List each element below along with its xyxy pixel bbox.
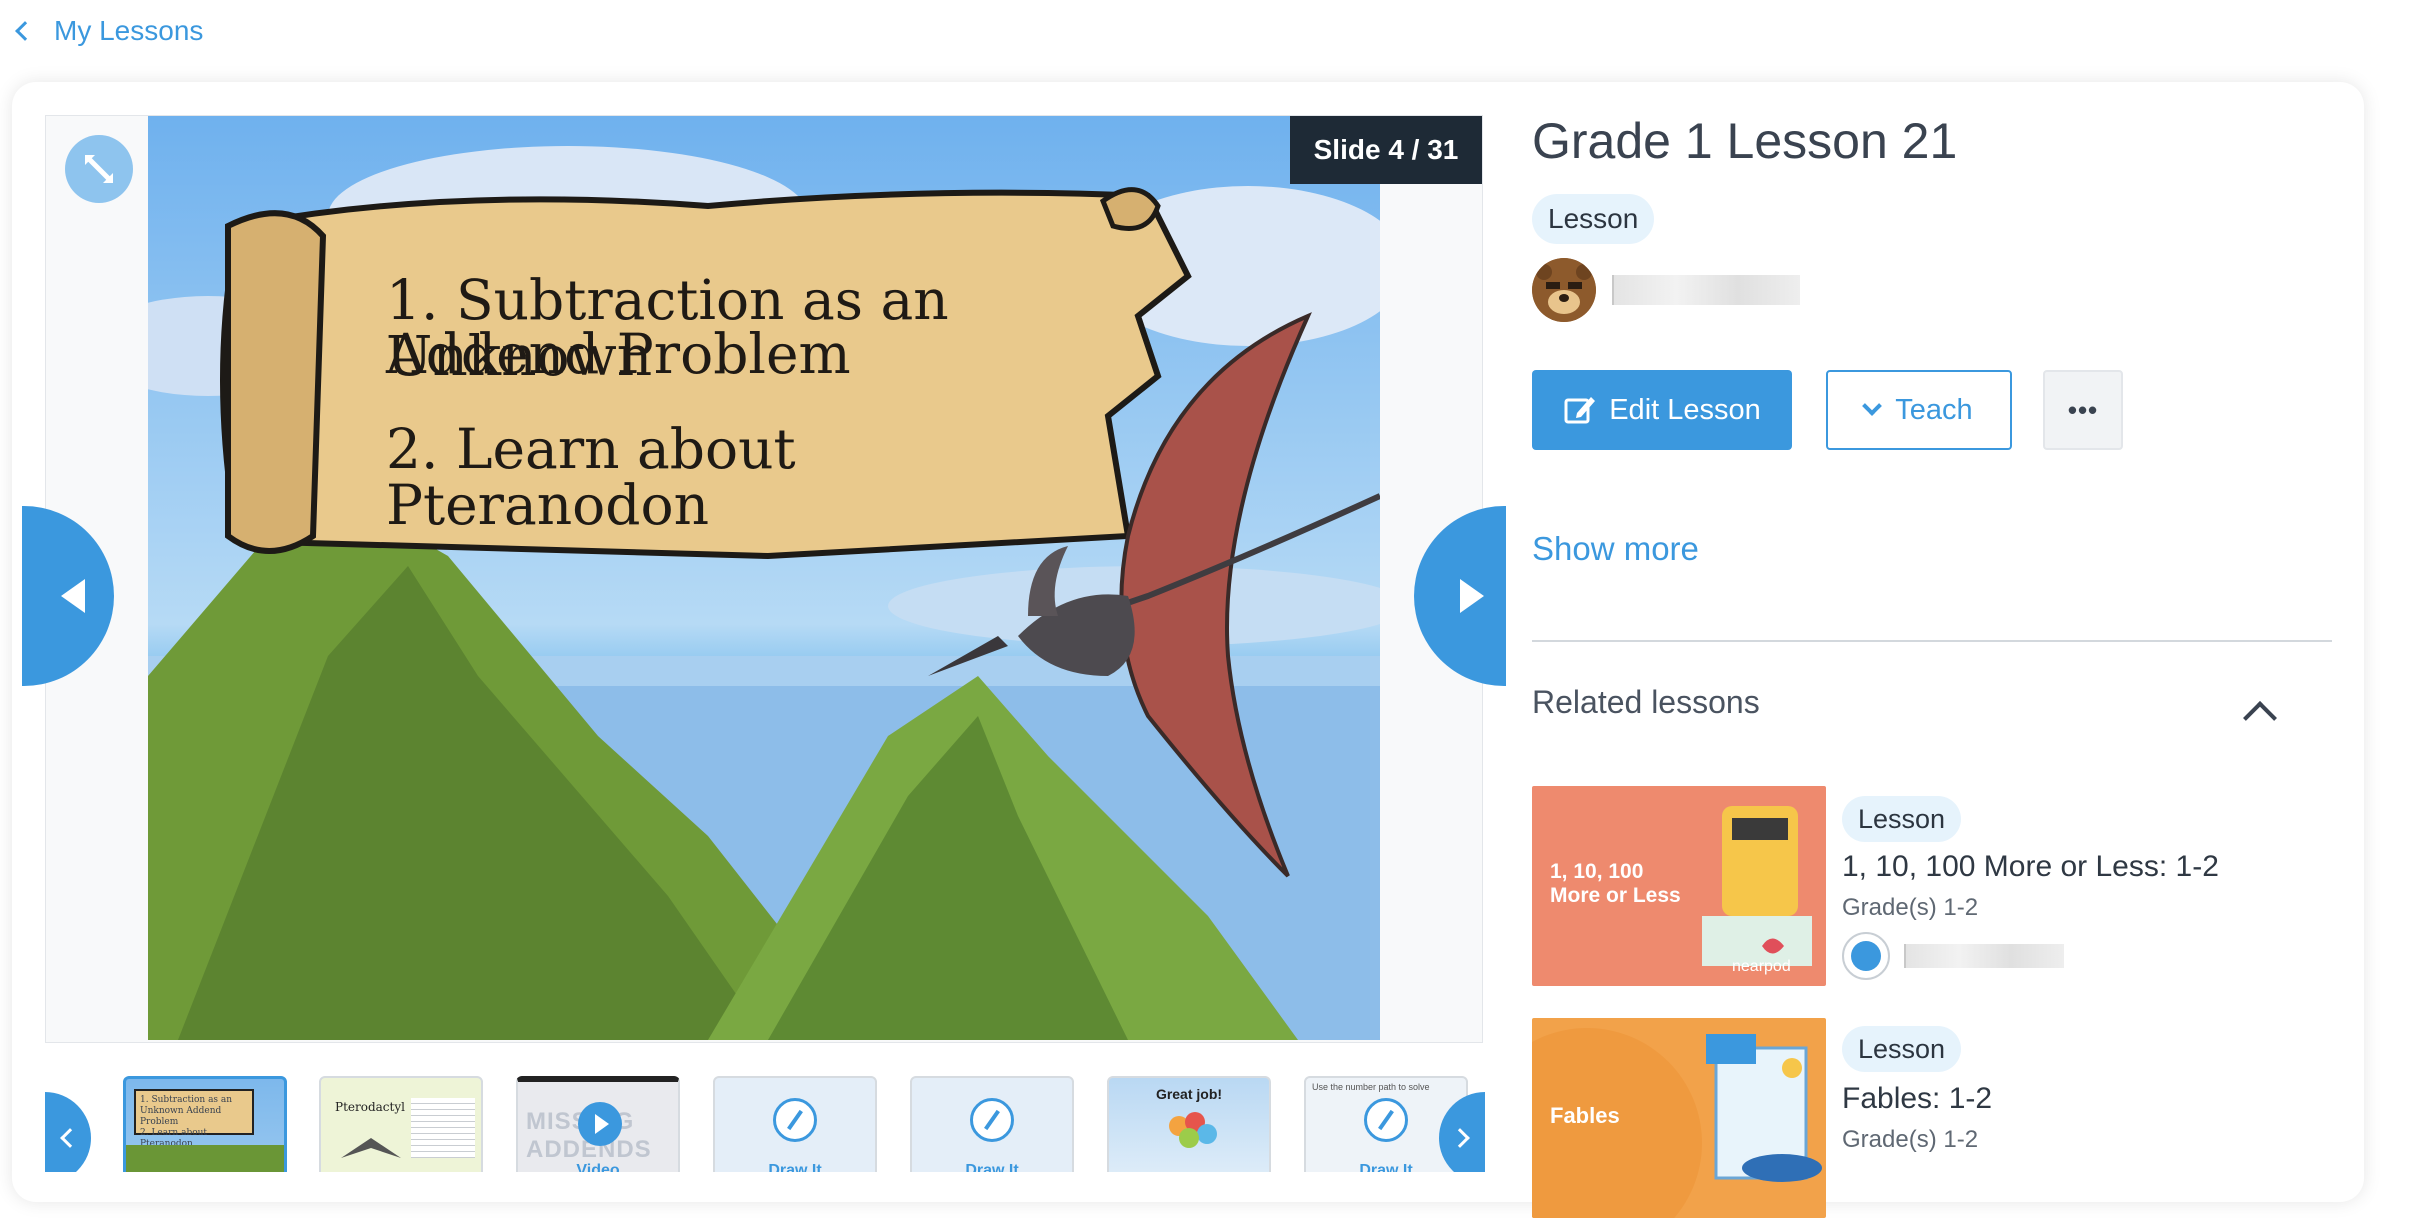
thumbnail-mountains: [126, 1145, 284, 1172]
edit-pencil-icon: [1564, 397, 1596, 424]
thumbnail-title: Use the number path to solve: [1312, 1082, 1430, 1092]
arrow-left-icon: [61, 579, 85, 613]
thumbnail-title: Great job!: [1155, 1086, 1223, 1102]
calculator-illustration: [1702, 806, 1812, 966]
related-lessons-heading: Related lessons: [1532, 684, 1760, 720]
thumbnail-title: 1. Subtraction as an Unknown Addend Prob…: [140, 1095, 233, 1127]
show-more-link[interactable]: Show more: [1532, 530, 1699, 568]
related-lesson-grades: Grade(s) 1-2: [1842, 894, 1979, 921]
more-options-button[interactable]: •••: [2043, 370, 2123, 450]
pencil-icon: [773, 1098, 817, 1142]
slide-counter: Slide 4 / 31: [1290, 116, 1482, 184]
thumbnail-label: Video: [576, 1162, 620, 1172]
thumbnail-title: Pterodactyl: [335, 1100, 405, 1114]
slide-thumbnail[interactable]: Draw It: [713, 1076, 877, 1172]
nearpod-brand: nearpod: [1732, 958, 1791, 975]
thumbnail-label: Draw It: [965, 1162, 1019, 1172]
fullscreen-button[interactable]: [65, 135, 133, 203]
bear-avatar-icon: [1532, 258, 1596, 322]
section-divider: [1532, 640, 2332, 642]
related-lesson-grades: Grade(s) 1-2: [1842, 1126, 1979, 1153]
chevron-left-icon: [15, 21, 35, 41]
chevron-down-icon: [1862, 396, 1883, 416]
thumbnail-caption-line-1: 1, 10, 100: [1550, 860, 1644, 883]
slide-preview: 1. Subtraction as an Unknown Addend Prob…: [148, 116, 1380, 1040]
related-lesson-badge: Lesson: [1842, 1026, 1962, 1072]
thumbnail-scroll: 1. Subtraction as an Unknown Addend Prob…: [134, 1089, 254, 1149]
expand-arrows-icon: [85, 155, 113, 183]
chevron-right-icon: [1450, 1128, 1470, 1148]
slide-thumbnail[interactable]: Pterodactyl: [319, 1076, 483, 1172]
related-lesson-thumbnail[interactable]: 1, 10, 100 More or Less nearpod: [1532, 786, 1826, 986]
slide-thumbnail[interactable]: MISSING ADDENDS Video: [516, 1076, 680, 1172]
my-lessons-label: My Lessons: [54, 15, 204, 46]
lesson-title: Grade 1 Lesson 21: [1532, 113, 1958, 169]
teach-button[interactable]: Teach: [1826, 370, 2012, 450]
slide-thumbnail[interactable]: Draw It: [910, 1076, 1074, 1172]
my-lessons-link[interactable]: My Lessons: [14, 15, 203, 47]
arrow-right-icon: [1460, 579, 1484, 613]
related-lesson-badge: Lesson: [1842, 796, 1962, 842]
pterodactyl-icon: [341, 1138, 401, 1158]
slide-illustration: [148, 146, 1380, 1040]
pencil-icon: [970, 1098, 1014, 1142]
slide-thumbnail[interactable]: Great job!: [1107, 1076, 1271, 1172]
chevron-left-icon: [60, 1128, 80, 1148]
thumbnail-caption-line-2: More or Less: [1550, 884, 1681, 907]
balloons-icon: [1169, 1112, 1217, 1148]
related-lesson-thumbnail[interactable]: Fables: [1532, 1018, 1826, 1218]
play-icon: [578, 1102, 622, 1146]
lesson-type-badge: Lesson: [1532, 194, 1655, 244]
pencil-icon: [1364, 1098, 1408, 1142]
nearpod-logo-icon: [1842, 932, 1890, 980]
slide-thumbnail[interactable]: 1. Subtraction as an Unknown Addend Prob…: [123, 1076, 287, 1172]
slide-text-line-3: 2. Learn about Pteranodon: [386, 417, 796, 537]
related-author-redacted: [1904, 944, 2064, 968]
thumbnail-label: Draw It: [1359, 1162, 1413, 1172]
edit-lesson-label: Edit Lesson: [1609, 393, 1761, 426]
author-avatar: [1532, 258, 1596, 322]
thumbnail-caption: Fables: [1550, 1103, 1620, 1128]
top-nav: My Lessons: [0, 0, 2418, 62]
slide-thumbnail-strip: 1. Subtraction as an Unknown Addend Prob…: [45, 1072, 1485, 1172]
teach-label: Teach: [1895, 393, 1973, 426]
author-name-redacted: [1612, 275, 1800, 305]
related-lesson-title[interactable]: Fables: 1-2: [1842, 1082, 1992, 1116]
related-lesson-title[interactable]: 1, 10, 100 More or Less: 1-2: [1842, 850, 2219, 884]
notebook-illustration: [1706, 1034, 1822, 1182]
collapse-related-button[interactable]: [2240, 696, 2280, 735]
slide-text-line-2: Addend Problem: [386, 322, 851, 386]
ellipsis-icon: •••: [2067, 394, 2099, 425]
thumbnails-prev-button[interactable]: [45, 1092, 91, 1172]
thumbnail-label: Draw It: [768, 1162, 822, 1172]
thumbnail-text-lines: [411, 1098, 475, 1158]
edit-lesson-button[interactable]: Edit Lesson: [1532, 370, 1792, 450]
